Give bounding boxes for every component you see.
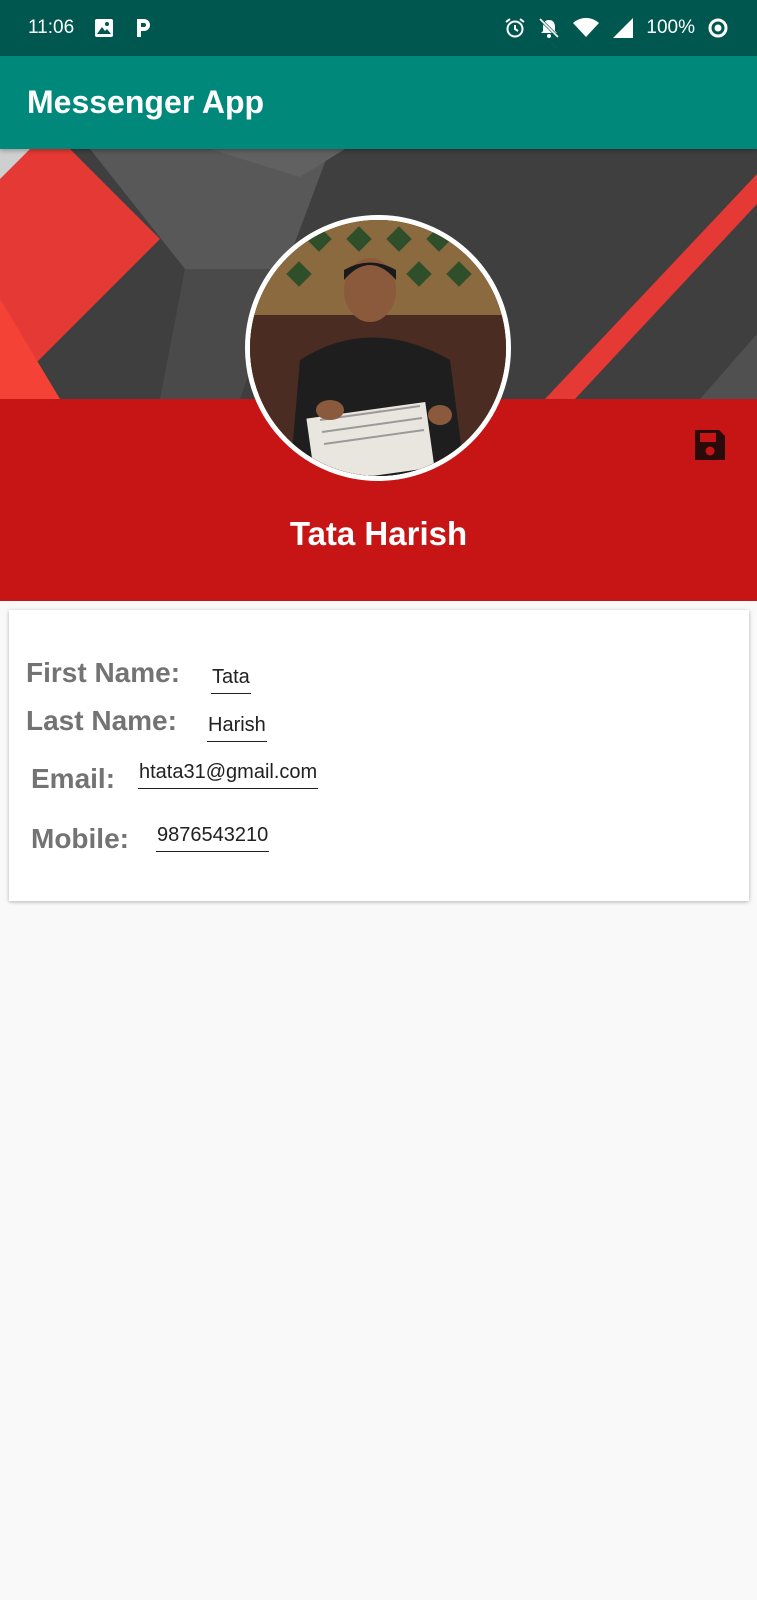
notifications-off-icon [538,17,560,39]
profile-photo [250,220,506,476]
avatar[interactable] [245,215,511,481]
mobile-label: Mobile: [31,823,129,854]
email-field[interactable]: htata31@gmail.com [138,760,319,789]
first-name-field[interactable]: Tata [211,665,251,694]
battery-percent: 100% [646,17,695,38]
app-title: Messenger App [27,84,265,120]
signal-icon [612,17,634,39]
first-name-label: First Name: [26,657,181,688]
save-icon [695,430,725,460]
last-name-field[interactable]: Harish [207,713,267,742]
alarm-icon [504,17,526,39]
p-app-icon [134,17,152,39]
save-button[interactable] [692,427,728,463]
profile-header: Tata Harish [0,149,757,601]
status-bar: 11:06 100% [0,0,757,56]
status-time: 11:06 [28,17,75,38]
email-label: Email: [31,763,116,794]
data-saver-icon [707,17,729,39]
image-icon [94,18,114,38]
profile-name: Tata Harish [289,515,468,552]
app-bar: Messenger App [0,56,757,149]
wifi-icon [572,17,600,39]
mobile-field[interactable]: 9876543210 [156,823,270,852]
profile-details-card: First Name: Tata Last Name: Harish Email… [9,610,749,901]
last-name-label: Last Name: [26,705,177,736]
